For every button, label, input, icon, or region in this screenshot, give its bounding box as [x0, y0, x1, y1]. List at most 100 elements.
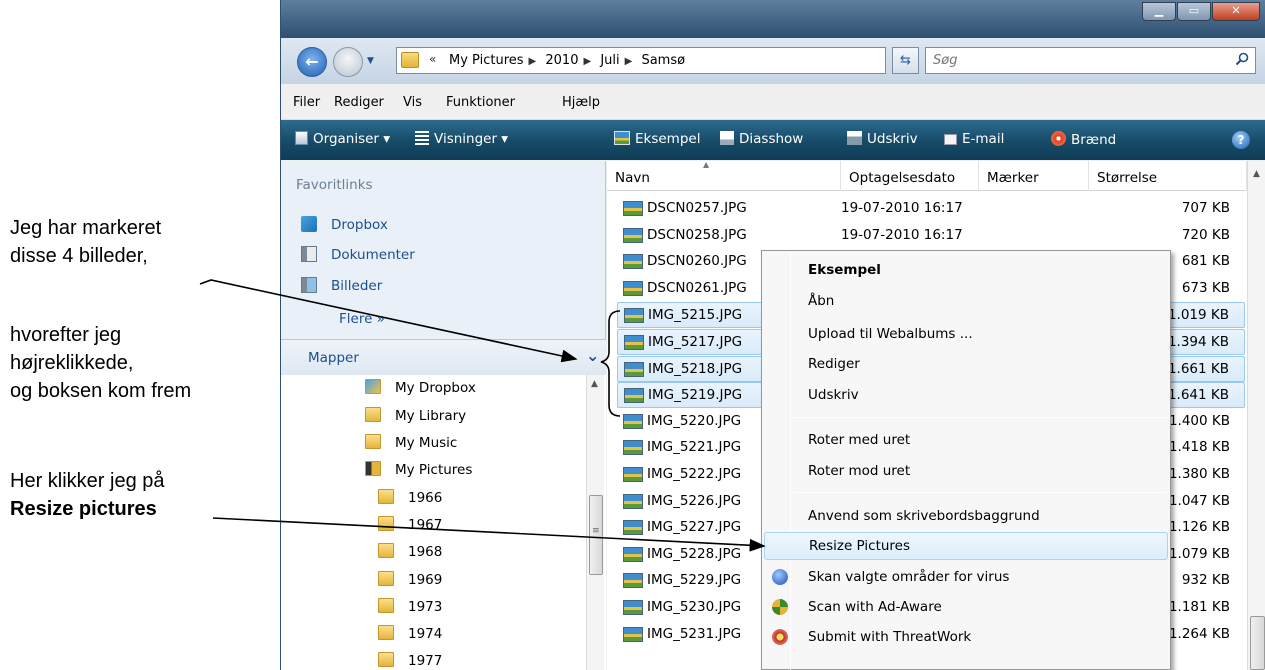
image-file-icon [623, 280, 643, 296]
views-button[interactable]: Visninger ▾ [415, 131, 508, 147]
menu-file[interactable]: Filer [293, 95, 320, 110]
favorite-label: Dokumenter [331, 247, 415, 263]
scrollbar-thumb[interactable] [1250, 616, 1265, 670]
folder-icon [378, 652, 394, 667]
views-label: Visninger ▾ [434, 131, 509, 147]
back-arrow-icon: ← [305, 52, 319, 71]
menu-item-label: Anvend som skrivebordsbaggrund [808, 508, 1040, 524]
folders-header[interactable]: Mapper ⌄ [281, 339, 606, 375]
menu-help[interactable]: Hjælp [562, 95, 600, 110]
scrollbar-thumb[interactable]: ≡ [589, 495, 603, 575]
file-name: DSCN0261.JPG [647, 279, 747, 296]
organize-button[interactable]: Organiser ▾ [295, 131, 390, 147]
preview-button[interactable]: Eksempel [614, 131, 700, 147]
ctx-item-set-wallpaper[interactable]: Anvend som skrivebordsbaggrund [764, 503, 1168, 531]
recent-pages-dropdown-icon[interactable]: ▼ [367, 56, 374, 66]
column-header-tags[interactable]: Mærker [979, 161, 1089, 191]
close-button[interactable]: ✕ [1212, 2, 1260, 21]
printer-icon [847, 131, 862, 145]
menu-separator [794, 492, 1166, 493]
breadcrumb-separator-icon[interactable]: ▶ [625, 56, 633, 67]
tree-item-1969[interactable]: 1969 [378, 571, 442, 588]
tree-item-my-library[interactable]: My Library [365, 407, 466, 424]
image-file-icon [623, 546, 643, 562]
breadcrumb-overflow[interactable]: « [429, 52, 436, 66]
tree-item-my-music[interactable]: My Music [365, 434, 457, 451]
breadcrumb-separator-icon[interactable]: ▶ [529, 56, 537, 67]
tree-item-my-dropbox[interactable]: My Dropbox [365, 379, 476, 396]
tree-item-label: My Dropbox [395, 380, 476, 396]
menu-item-label: Åbn [808, 293, 835, 309]
breadcrumb-separator-icon[interactable]: ▶ [583, 56, 591, 67]
ctx-item-rotate-clockwise[interactable]: Roter med uret [764, 427, 1168, 455]
ctx-item-upload-webalbums[interactable]: Upload til Webalbums ... [764, 321, 1168, 349]
menu-edit[interactable]: Rediger [334, 95, 384, 110]
ctx-item-edit[interactable]: Rediger [764, 351, 1168, 379]
ctx-item-open[interactable]: Åbn [764, 288, 1168, 316]
address-bar[interactable]: « My Pictures▶ 2010▶ Juli▶ Samsø ▼ [396, 47, 967, 74]
grip-icon: ≡ [592, 526, 600, 536]
breadcrumb-item[interactable]: My Pictures [449, 53, 524, 68]
tree-item-1966[interactable]: 1966 [378, 489, 442, 506]
column-header-date[interactable]: Optagelsesdato [841, 161, 979, 191]
tree-item-label: 1968 [408, 544, 443, 560]
print-label: Udskriv [867, 131, 918, 147]
folder-tree-scrollbar[interactable]: ▲ ≡ [586, 375, 604, 670]
tree-item-1973[interactable]: 1973 [378, 598, 442, 615]
tree-item-1967[interactable]: 1967 [378, 516, 442, 533]
file-name: IMG_5221.JPG [647, 439, 742, 456]
file-size: 1.019 KB [1167, 307, 1229, 324]
file-size: 1.400 KB [1168, 412, 1230, 429]
ctx-item-preview[interactable]: Eksempel [764, 257, 1168, 285]
ctx-item-rotate-counterclockwise[interactable]: Roter mod uret [764, 458, 1168, 486]
file-name: DSCN0260.JPG [647, 253, 747, 270]
more-favorites-link[interactable]: Flere » [339, 311, 385, 327]
dropbox-folder-icon [365, 379, 381, 394]
tree-item-1968[interactable]: 1968 [378, 543, 442, 560]
slideshow-button[interactable]: Diasshow [720, 131, 803, 147]
menu-tools[interactable]: Funktioner [446, 95, 515, 110]
maximize-button[interactable]: ▭ [1177, 2, 1211, 21]
image-file-icon [624, 308, 644, 324]
minimize-button[interactable]: ▁ [1142, 2, 1176, 21]
column-header-size[interactable]: Størrelse [1089, 161, 1247, 191]
menu-view[interactable]: Vis [403, 95, 422, 110]
breadcrumb-item[interactable]: Juli [600, 53, 619, 68]
scroll-up-icon[interactable]: ▲ [591, 379, 598, 389]
chevron-down-icon[interactable]: ⌄ [586, 346, 599, 365]
tree-item-1974[interactable]: 1974 [378, 625, 442, 642]
email-button[interactable]: E-mail [944, 131, 1004, 147]
file-name: IMG_5219.JPG [648, 387, 743, 404]
favorite-link-pictures[interactable]: Billeder [301, 277, 382, 299]
folder-icon [365, 434, 381, 449]
favorite-label: Billeder [331, 278, 383, 294]
caption-buttons: ▁ ▭ ✕ [1141, 2, 1260, 21]
favorite-link-documents[interactable]: Dokumenter [301, 246, 415, 268]
ctx-item-scan-virus[interactable]: Skan valgte områder for virus [764, 564, 1168, 592]
ctx-item-resize-pictures[interactable]: Resize Pictures [764, 532, 1168, 560]
burn-button[interactable]: Brænd [1051, 131, 1116, 148]
breadcrumb-item[interactable]: 2010 [545, 53, 578, 68]
file-list-scrollbar[interactable]: ▲ [1247, 161, 1265, 670]
search-input[interactable]: Søg [925, 47, 1256, 74]
forward-button[interactable]: → [333, 47, 363, 77]
breadcrumb-item[interactable]: Samsø [641, 53, 685, 68]
refresh-button[interactable]: ⇆ [892, 47, 919, 74]
ctx-item-adaware[interactable]: Scan with Ad-Aware [764, 594, 1168, 622]
tree-item-my-pictures[interactable]: My Pictures [365, 461, 472, 478]
help-icon[interactable]: ? [1232, 131, 1250, 149]
print-button[interactable]: Udskriv [847, 131, 918, 147]
ctx-item-threatwork[interactable]: Submit with ThreatWork [764, 624, 1168, 652]
file-row[interactable]: DSCN0257.JPG 19-07-2010 16:17 707 KB [617, 196, 1245, 222]
ctx-item-print[interactable]: Udskriv [764, 382, 1168, 410]
antivirus-icon [772, 569, 788, 585]
favorite-link-dropbox[interactable]: Dropbox [301, 216, 388, 238]
back-button[interactable]: ← [297, 47, 327, 77]
views-icon [415, 131, 429, 145]
tree-item-label: 1974 [408, 626, 443, 642]
column-header-name[interactable]: Navn ▲ [607, 160, 841, 191]
search-icon[interactable] [1235, 52, 1249, 66]
scroll-up-icon[interactable]: ▲ [1253, 169, 1260, 179]
file-row[interactable]: DSCN0258.JPG 19-07-2010 16:17 720 KB [617, 223, 1245, 249]
tree-item-1977[interactable]: 1977 [378, 652, 442, 669]
